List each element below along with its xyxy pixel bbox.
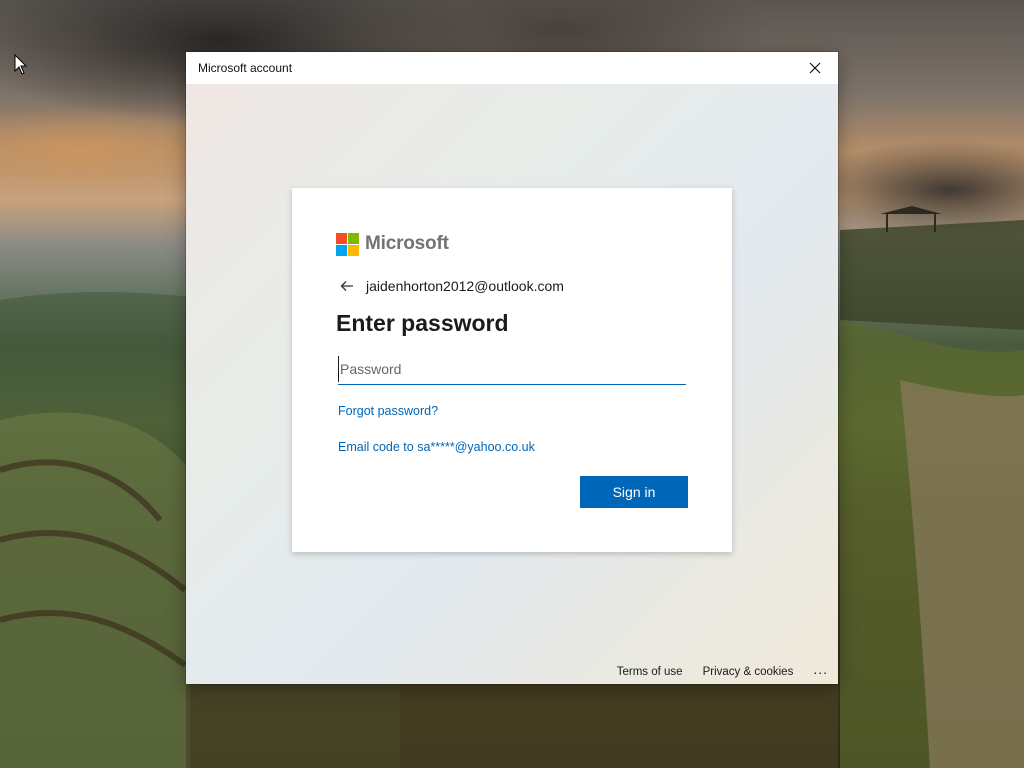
terms-of-use-link[interactable]: Terms of use bbox=[617, 666, 683, 678]
brand-name: Microsoft bbox=[365, 233, 449, 254]
email-code-link[interactable]: Email code to sa*****@yahoo.co.uk bbox=[338, 440, 535, 454]
page-title: Enter password bbox=[336, 310, 509, 336]
dialog-titlebar: Microsoft account bbox=[186, 52, 838, 84]
logo-yellow-square bbox=[348, 244, 359, 256]
back-arrow-icon[interactable] bbox=[340, 279, 354, 293]
microsoft-account-dialog: Microsoft account Microsoft jaidenhorton… bbox=[186, 52, 838, 684]
privacy-cookies-link[interactable]: Privacy & cookies bbox=[703, 666, 794, 678]
microsoft-logo-icon bbox=[336, 232, 359, 256]
identity-email: jaidenhorton2012@outlook.com bbox=[366, 278, 564, 294]
microsoft-brand: Microsoft bbox=[336, 232, 449, 256]
logo-green-square bbox=[348, 232, 359, 244]
logo-red-square bbox=[336, 232, 347, 244]
dialog-footer: Terms of use Privacy & cookies ... bbox=[617, 662, 828, 680]
forgot-password-link[interactable]: Forgot password? bbox=[338, 404, 438, 418]
signin-card: Microsoft jaidenhorton2012@outlook.com E… bbox=[292, 188, 732, 552]
identity-banner: jaidenhorton2012@outlook.com bbox=[340, 278, 564, 294]
password-input[interactable] bbox=[338, 356, 688, 382]
close-button[interactable] bbox=[792, 52, 838, 84]
logo-blue-square bbox=[336, 244, 347, 256]
mouse-cursor-icon bbox=[14, 54, 28, 75]
close-icon bbox=[809, 62, 821, 74]
dialog-title: Microsoft account bbox=[198, 61, 293, 75]
sign-in-button[interactable]: Sign in bbox=[580, 476, 688, 508]
more-options-button[interactable]: ... bbox=[813, 662, 828, 680]
password-field bbox=[338, 356, 688, 385]
